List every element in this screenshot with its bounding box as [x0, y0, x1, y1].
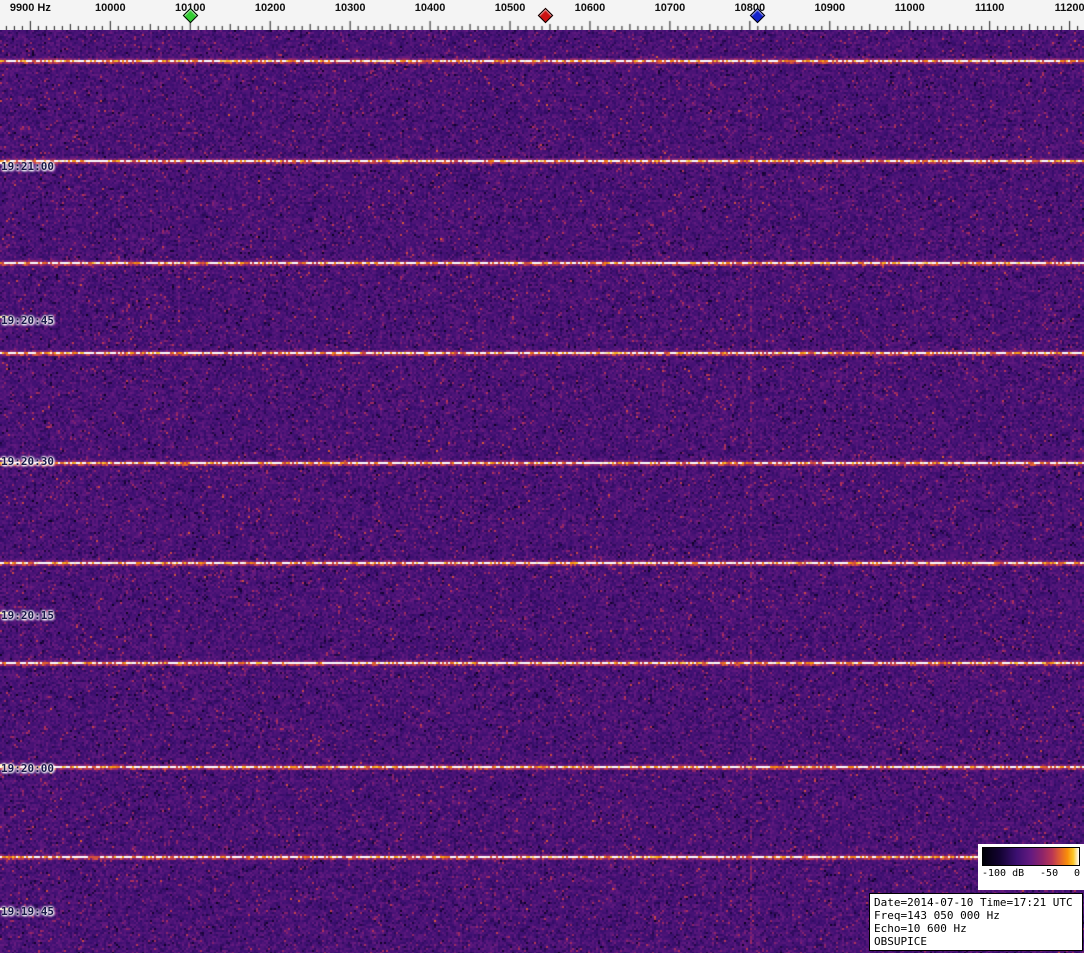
colorbar-labels: -100 dB -50 0: [982, 868, 1080, 879]
freq-tick-label: 10700: [654, 2, 686, 14]
spectrogram-screen: 9900 Hz100001010010200103001040010500106…: [0, 0, 1084, 953]
freq-tick-label: 9900 Hz: [9, 2, 51, 14]
info-line-echo: Echo=10 600 Hz: [874, 922, 967, 935]
amplitude-colorbar: -100 dB -50 0: [978, 844, 1084, 890]
time-label: 19:19:45: [1, 905, 54, 918]
colorbar-label-min: -100 dB: [982, 868, 1025, 879]
freq-tick-label: 11200: [1054, 2, 1084, 14]
waterfall-area[interactable]: 19:21:00 19:20:45 19:20:30 19:20:15 19:20:00…: [0, 30, 1084, 953]
info-line-date-time: Date=2014-07-10 Time=17:21 UTC: [874, 896, 1073, 909]
freq-tick-label: 11000: [894, 2, 925, 14]
freq-tick-label: 11100: [974, 2, 1005, 14]
colorbar-gradient[interactable]: [982, 847, 1080, 866]
info-line-frequency: Freq=143 050 000 Hz: [874, 909, 1000, 922]
time-label: 19:21:00: [1, 160, 54, 173]
info-line-station: OBSUPICE: [874, 935, 927, 948]
freq-tick-label: 10400: [414, 2, 446, 14]
waterfall-canvas[interactable]: [0, 30, 1084, 953]
observation-info-box: Date=2014-07-10 Time=17:21 UTC Freq=143 …: [869, 893, 1083, 951]
colorbar-label-mid: -50: [1040, 868, 1059, 879]
time-label: 19:20:15: [1, 609, 54, 622]
time-label: 19:20:00: [1, 762, 54, 775]
freq-tick-label: 10900: [814, 2, 846, 14]
freq-tick-label: 10000: [95, 2, 126, 14]
freq-tick-label: 10300: [334, 2, 366, 14]
freq-tick-label: 10600: [574, 2, 606, 14]
freq-tick-label: 10500: [494, 2, 526, 14]
freq-tick-label: 10200: [254, 2, 286, 14]
time-label: 19:20:45: [1, 314, 54, 327]
time-label: 19:20:30: [1, 455, 54, 468]
colorbar-label-max: 0: [1073, 868, 1080, 879]
frequency-scale[interactable]: 9900 Hz100001010010200103001040010500106…: [0, 0, 1084, 30]
